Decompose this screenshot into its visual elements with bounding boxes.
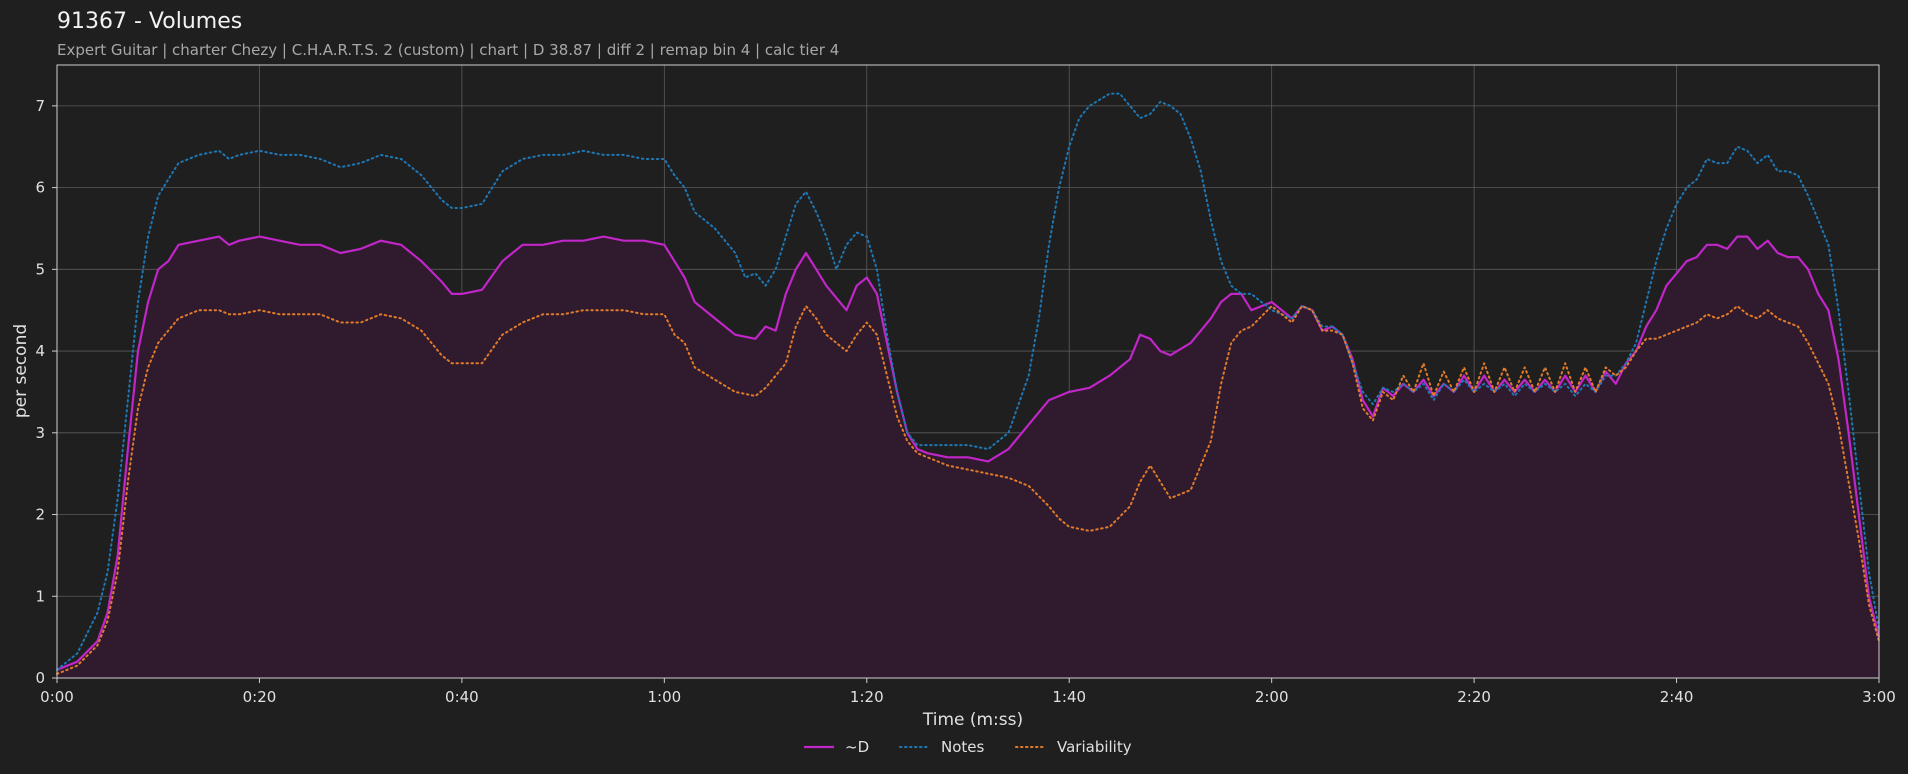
chart-title: 91367 - Volumes — [57, 9, 242, 34]
y-tick-label: 3 — [35, 424, 45, 442]
y-tick-label: 7 — [35, 97, 45, 115]
chart-svg: 91367 - Volumes Expert Guitar | charter … — [0, 0, 1908, 774]
x-tick-label: 0:00 — [40, 688, 74, 706]
y-tick-label: 1 — [35, 587, 45, 605]
y-tick-label: 2 — [35, 506, 45, 524]
legend-label-2: Variability — [1057, 738, 1132, 756]
y-tick-label: 5 — [35, 260, 45, 278]
legend-label-1: Notes — [941, 738, 985, 756]
legend: ~D Notes Variability — [804, 738, 1132, 756]
x-tick-label: 2:20 — [1457, 688, 1491, 706]
x-tick-label: 3:00 — [1862, 688, 1896, 706]
x-tick-label: 2:40 — [1660, 688, 1694, 706]
chart: 91367 - Volumes Expert Guitar | charter … — [0, 0, 1908, 774]
legend-label-0: ~D — [845, 738, 869, 756]
x-tick-label: 2:00 — [1255, 688, 1289, 706]
x-tick-label: 1:40 — [1052, 688, 1086, 706]
x-tick-label: 0:20 — [243, 688, 277, 706]
y-tick-label: 6 — [35, 179, 45, 197]
x-tick-label: 0:40 — [445, 688, 479, 706]
y-tick-label: 4 — [35, 342, 45, 360]
chart-subtitle: Expert Guitar | charter Chezy | C.H.A.R.… — [57, 41, 839, 59]
x-axis-label: Time (m:ss) — [922, 710, 1023, 730]
y-tick-label: 0 — [35, 669, 45, 687]
x-tick-label: 1:20 — [850, 688, 884, 706]
y-axis-label: per second — [11, 324, 31, 418]
x-tick-label: 1:00 — [647, 688, 681, 706]
